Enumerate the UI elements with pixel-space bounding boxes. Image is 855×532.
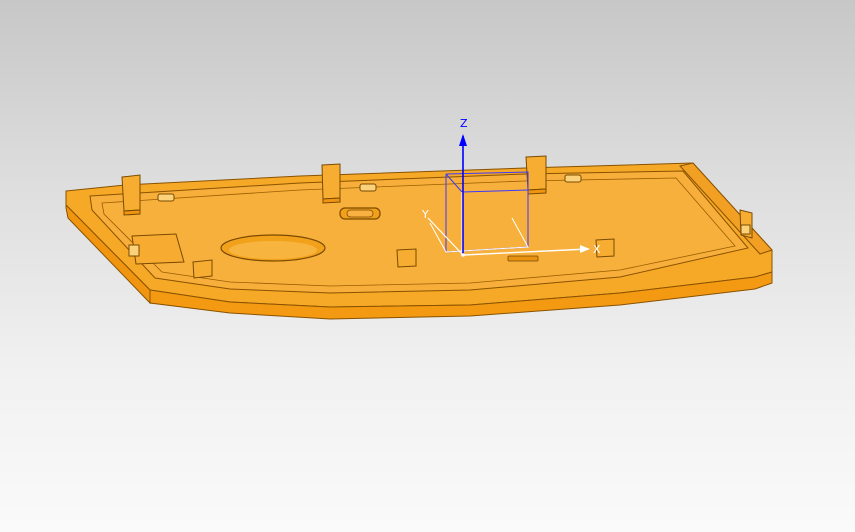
z-axis-arrow [459, 134, 467, 146]
left-end-clip[interactable] [128, 233, 185, 265]
z-axis-label: Z [460, 117, 468, 130]
front-slot[interactable] [507, 255, 539, 262]
y-axis-label: Y [421, 208, 429, 221]
triad-origin [461, 253, 465, 257]
clip-window-2[interactable] [359, 183, 377, 192]
snap-hook-1[interactable] [121, 174, 141, 216]
front-boss-1[interactable] [192, 259, 213, 279]
model-scene[interactable]: Z X Y [0, 0, 855, 532]
clip-window-3[interactable] [564, 174, 582, 183]
rounded-slot-inner [346, 209, 374, 218]
snap-hook-2[interactable] [321, 163, 341, 204]
clip-window-1[interactable] [157, 193, 175, 202]
x-axis-label: X [593, 243, 601, 256]
graphics-viewport[interactable]: Z X Y [0, 0, 855, 532]
circular-pocket-floor [229, 241, 317, 259]
snap-hook-3[interactable] [525, 155, 547, 195]
front-boss-2[interactable] [396, 248, 417, 268]
right-end-tab[interactable] [739, 209, 753, 239]
